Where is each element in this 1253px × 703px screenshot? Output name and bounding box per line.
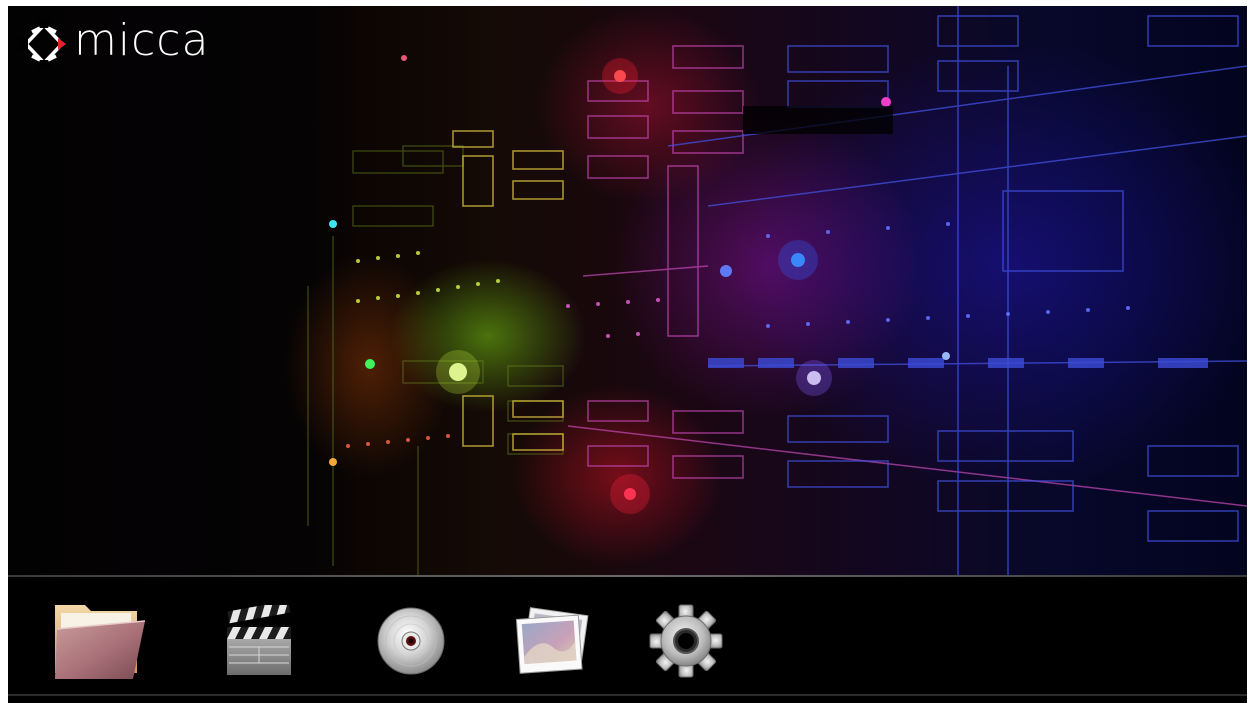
photos-icon: [515, 607, 589, 674]
screen-border-top: [0, 0, 1253, 6]
settings-button[interactable]: [638, 597, 734, 685]
brand-name: micca: [74, 15, 210, 66]
gear-icon: [649, 604, 723, 678]
home-dock: [8, 577, 1247, 695]
screen-border-left: [0, 0, 8, 703]
clapperboard-icon: [227, 605, 291, 675]
micca-diamond-logo-icon: [20, 20, 66, 68]
movie-button[interactable]: [211, 597, 307, 685]
disc-icon: [377, 607, 445, 675]
media-player-home-screen: micca: [0, 0, 1253, 703]
micca-logo: micca: [20, 15, 210, 68]
home-wallpaper: [8, 6, 1247, 576]
photo-button[interactable]: [504, 597, 600, 685]
dock-bottom-line: [8, 694, 1247, 696]
screen-border-right: [1247, 0, 1253, 703]
folder-icon: [55, 605, 146, 679]
file-browser-button[interactable]: [51, 597, 147, 685]
music-button[interactable]: [363, 597, 459, 685]
